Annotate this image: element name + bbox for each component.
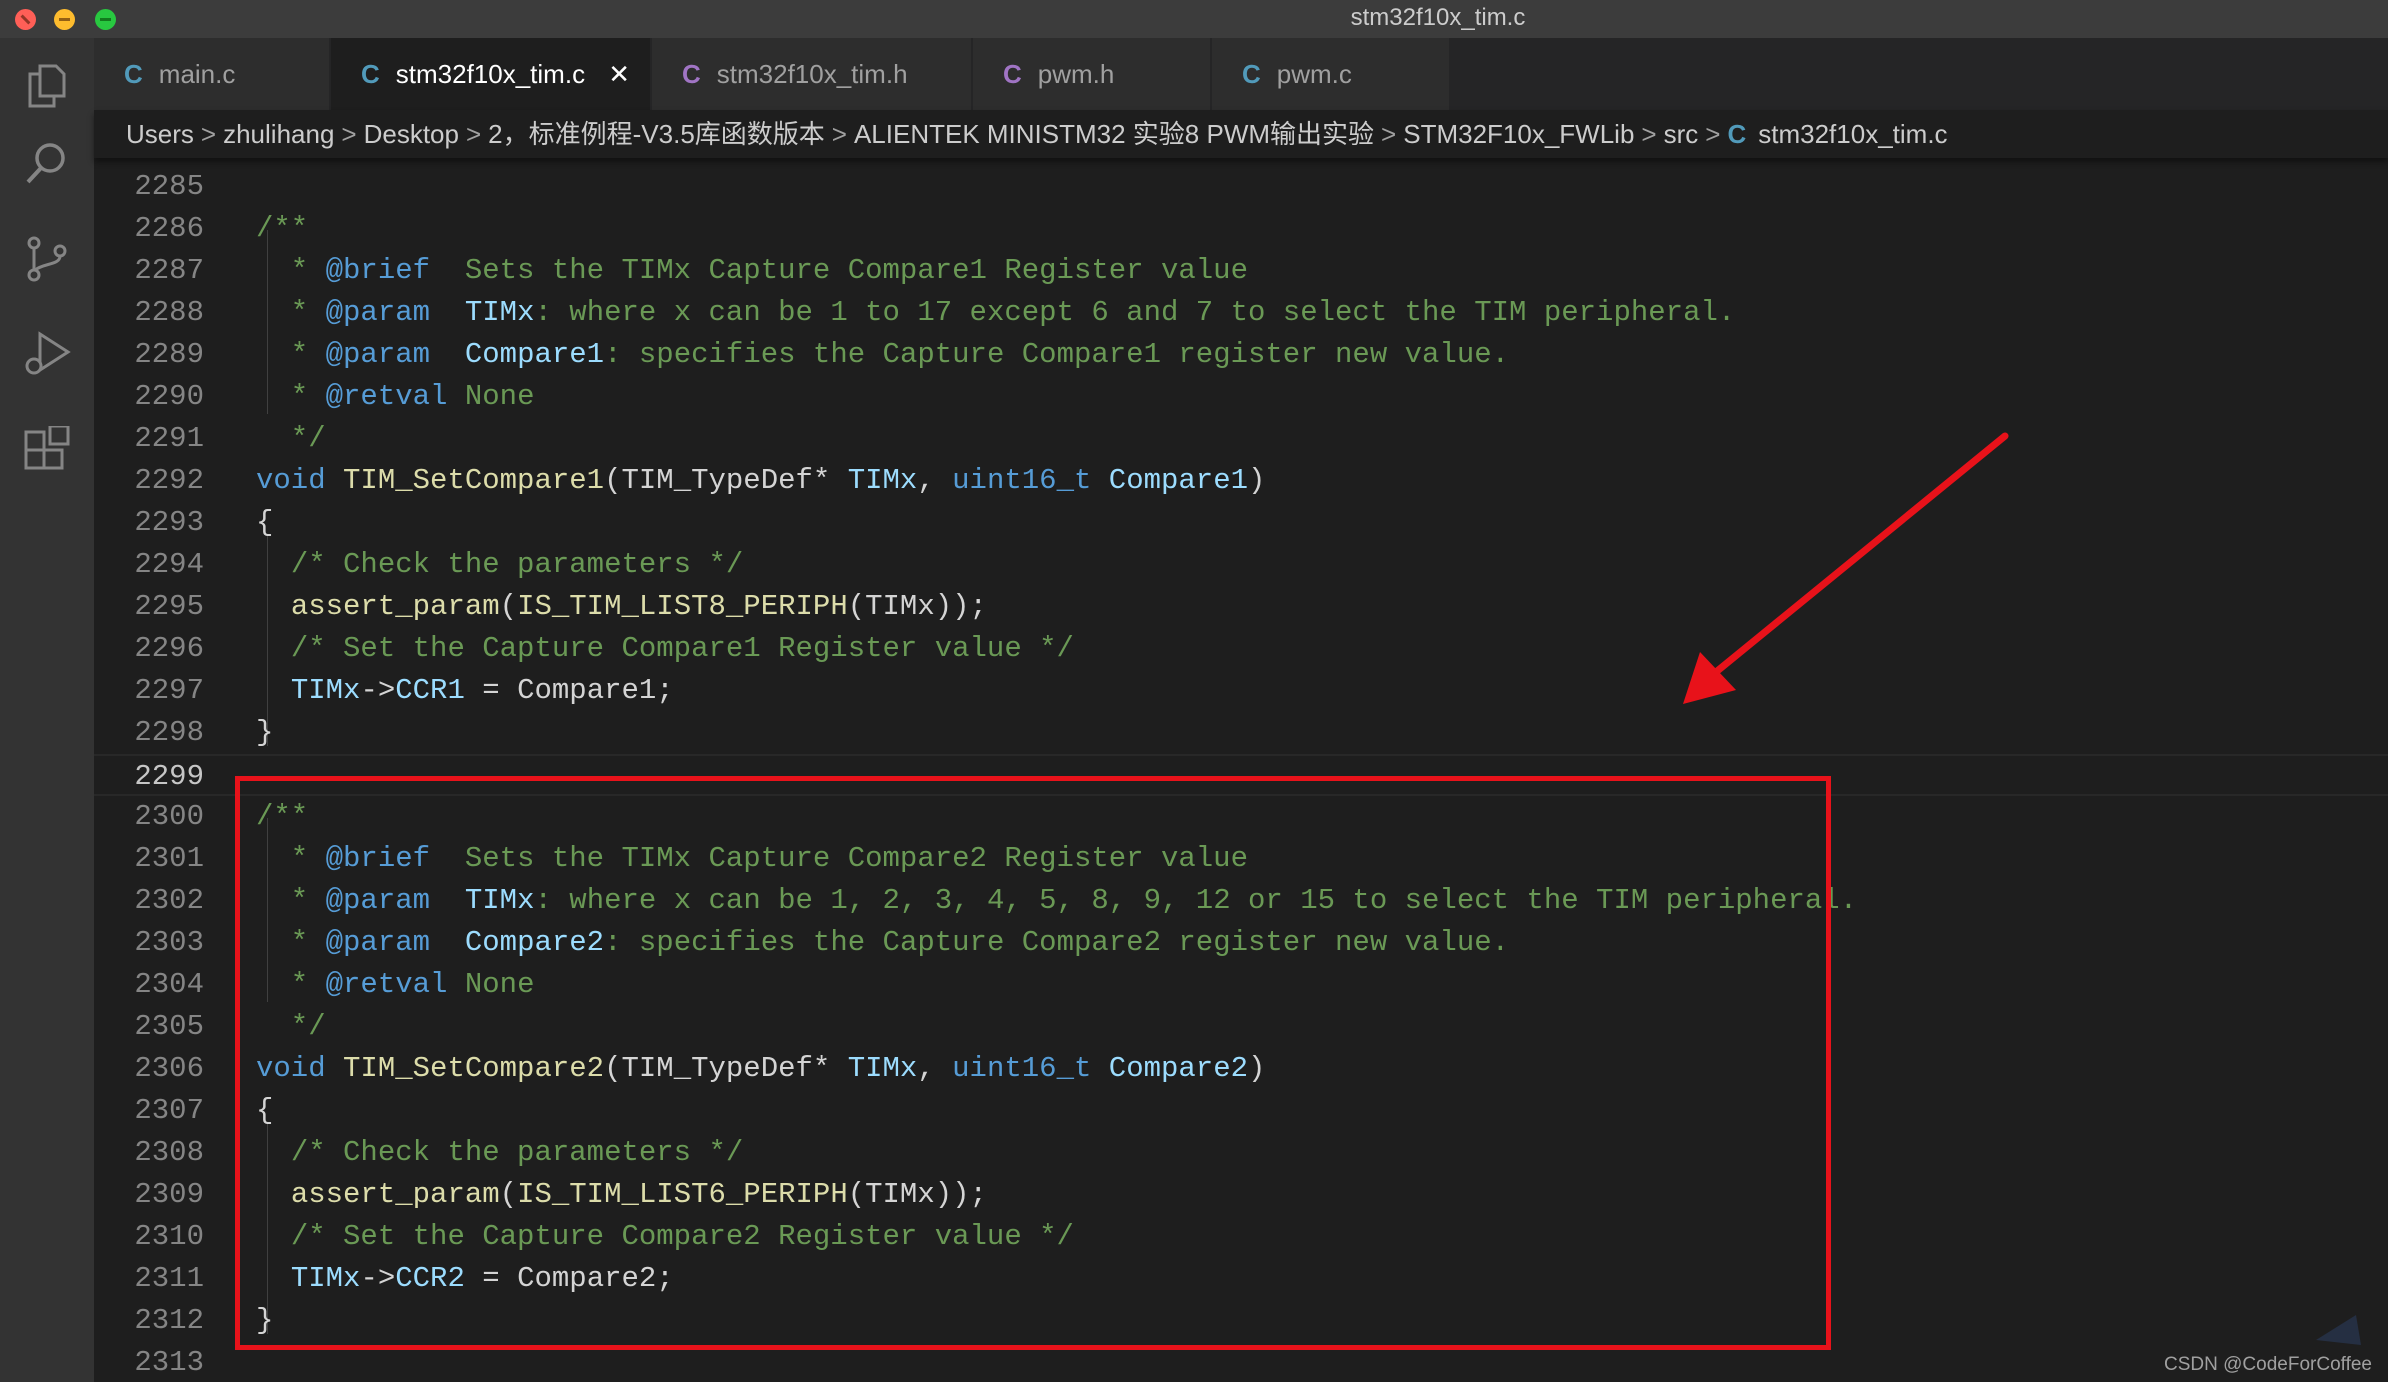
red-arrow-annotation	[1683, 432, 2009, 704]
watermark: CSDN @CodeForCoffee	[2164, 1354, 2372, 1375]
minimap-decoration	[2316, 1315, 2361, 1345]
